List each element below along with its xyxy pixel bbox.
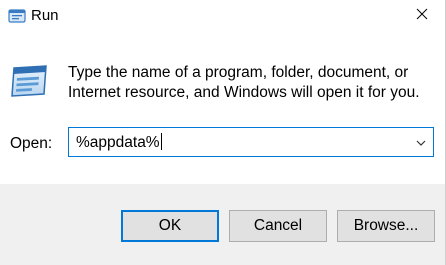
open-combobox[interactable]: %appdata% (68, 127, 434, 157)
open-label: Open: (10, 135, 53, 152)
run-dialog-icon (8, 64, 50, 98)
chevron-down-icon[interactable] (415, 136, 427, 148)
open-input-text: %appdata% (76, 134, 160, 151)
window-title: Run (31, 7, 59, 24)
run-app-icon (8, 7, 26, 25)
ok-button[interactable]: OK (121, 210, 219, 242)
close-icon (416, 7, 428, 25)
title-bar[interactable]: Run (0, 0, 445, 32)
cancel-button[interactable]: Cancel (229, 210, 327, 242)
dialog-description: Type the name of a program, folder, docu… (68, 64, 420, 101)
open-input[interactable]: %appdata% (76, 133, 162, 153)
browse-button[interactable]: Browse... (337, 210, 435, 242)
text-caret (160, 133, 162, 150)
close-button[interactable] (407, 4, 437, 28)
button-bar: OK Cancel Browse... (0, 184, 445, 265)
run-dialog: Run Type the name of a program, folder, … (0, 0, 446, 265)
